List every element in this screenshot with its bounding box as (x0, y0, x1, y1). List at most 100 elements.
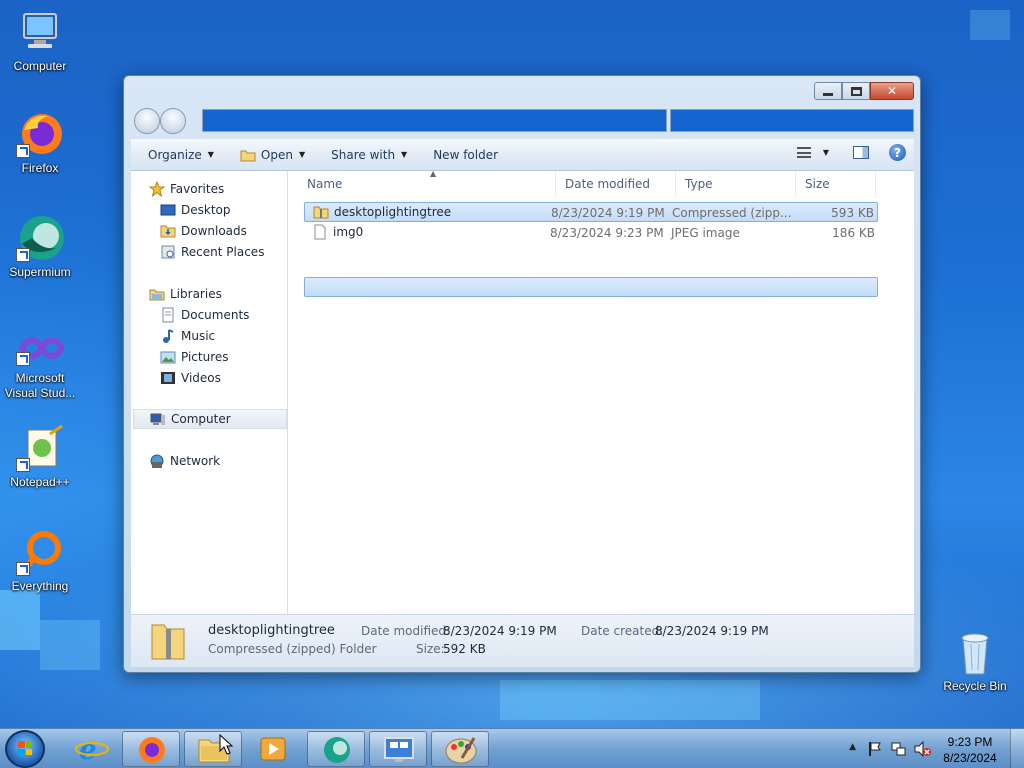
recycle-bin-icon (951, 630, 999, 676)
taskbar-firefox[interactable] (122, 731, 180, 767)
sort-ascending-icon: ▲ (430, 169, 437, 178)
desktop-icon-label: Recycle Bin (943, 679, 1007, 693)
nav-item-label: Libraries (170, 287, 222, 301)
open-button[interactable]: Open ▼ (234, 144, 311, 166)
file-name: desktoplightingtree (334, 205, 452, 219)
taskbar-windows-explorer[interactable] (184, 731, 242, 767)
file-name-cell: img0 (312, 224, 363, 240)
chevron-down-icon: ▼ (207, 150, 214, 159)
nav-item-label: Favorites (170, 182, 225, 196)
wallpaper-decoration (0, 590, 40, 650)
nav-item-music[interactable]: Music (160, 326, 215, 346)
volume-muted-icon[interactable] (914, 741, 932, 757)
show-hidden-icons-icon[interactable]: ▲ (849, 742, 856, 752)
wallpaper-decoration (40, 620, 100, 670)
nav-item-label: Music (181, 329, 216, 343)
media-player-icon (260, 737, 286, 761)
desktop-icon (160, 202, 176, 218)
desktop-icon-notepad-plus-plus[interactable]: Notepad++ (0, 424, 80, 490)
shortcut-arrow-icon (16, 458, 30, 472)
search-input[interactable] (670, 109, 914, 132)
taskbar: e ▲ 9:23 PM 8/23/2024 (0, 728, 1024, 768)
change-view-icon[interactable] (796, 147, 811, 158)
nav-item-favorites[interactable]: Favorites (148, 179, 225, 199)
shortcut-arrow-icon (16, 248, 30, 262)
libraries-icon (149, 286, 165, 302)
maximize-button[interactable] (842, 82, 870, 100)
desktop-icon-recycle-bin[interactable]: Recycle Bin (935, 630, 1015, 694)
navigation-pane: Favorites Desktop Downloads Recent Place… (131, 171, 288, 614)
chevron-down-icon: ▼ (298, 150, 306, 159)
organize-button[interactable]: Organize ▼ (142, 144, 220, 166)
file-name-cell: desktoplightingtree (313, 204, 451, 220)
taskbar-supermium[interactable] (307, 731, 365, 767)
forward-button[interactable] (160, 108, 186, 134)
desktop-icon-visual-studio[interactable]: Microsoft Visual Stud... (0, 328, 80, 401)
network-status-icon[interactable] (891, 741, 907, 757)
nav-item-libraries[interactable]: Libraries (149, 284, 222, 304)
help-icon[interactable]: ? (889, 144, 906, 161)
desktop-icon-supermium[interactable]: Supermium (0, 214, 80, 280)
close-button[interactable]: ✕ (870, 82, 914, 100)
desktop-icon-label: Notepad++ (10, 475, 70, 489)
open-label: Open (260, 147, 293, 162)
image-file-icon (312, 224, 328, 240)
table-row[interactable]: img0 8/23/2024 9:23 PM JPEG image 186 KB (304, 223, 878, 243)
column-header-name[interactable]: Name ▲ (298, 169, 556, 196)
organize-label: Organize (148, 147, 202, 162)
taskbar-remote-desktop[interactable] (369, 731, 427, 767)
svg-text:e: e (79, 733, 97, 766)
desktop-icon-label: Microsoft Visual Stud... (4, 371, 76, 400)
desktop-icon-label: Supermium (9, 265, 71, 279)
column-header-type[interactable]: Type (676, 171, 796, 196)
details-size: 592 KB (443, 642, 486, 656)
address-bar[interactable] (202, 109, 667, 132)
firefox-icon (139, 737, 165, 763)
documents-icon (160, 307, 176, 323)
minimize-button[interactable] (814, 82, 842, 100)
nav-item-pictures[interactable]: Pictures (160, 347, 229, 367)
taskbar-paint[interactable] (431, 731, 489, 767)
nav-item-network[interactable]: Network (149, 451, 220, 471)
internet-explorer-icon: e (75, 733, 109, 766)
nav-item-desktop[interactable]: Desktop (160, 200, 231, 220)
nav-item-label: Documents (181, 308, 250, 322)
paint-palette-icon (445, 737, 477, 764)
new-folder-button[interactable]: New folder (427, 144, 504, 166)
desktop-icon-firefox[interactable]: Firefox (0, 110, 80, 176)
nav-item-downloads[interactable]: Downloads (160, 221, 247, 241)
nav-item-computer[interactable]: Computer (133, 409, 287, 429)
action-center-flag-icon[interactable] (868, 741, 882, 757)
nav-item-label: Computer (171, 412, 231, 426)
nav-item-recent-places[interactable]: Recent Places (160, 242, 264, 262)
column-header-date-modified[interactable]: Date modified (556, 171, 676, 196)
start-button[interactable] (5, 730, 45, 768)
firefox-icon (16, 110, 64, 158)
file-size: 593 KB (831, 206, 874, 220)
nav-item-videos[interactable]: Videos (160, 368, 221, 388)
taskbar-media-player[interactable] (244, 731, 302, 767)
nav-item-documents[interactable]: Documents (160, 305, 249, 325)
desktop-icon-everything[interactable]: Everything (0, 528, 80, 594)
desktop-icon-label: Everything (11, 579, 69, 593)
chevron-down-icon[interactable]: ▼ (823, 148, 829, 157)
shortcut-arrow-icon (16, 144, 30, 158)
recent-places-icon (160, 244, 176, 260)
nav-item-label: Network (170, 454, 221, 468)
mouse-cursor-icon (219, 734, 233, 755)
back-button[interactable] (134, 108, 160, 134)
column-header-size[interactable]: Size (796, 171, 876, 196)
desktop-icon-computer[interactable]: Computer (0, 8, 80, 74)
details-date-modified: 8/23/2024 9:19 PM (443, 624, 557, 638)
table-row[interactable]: desktoplightingtree 8/23/2024 9:19 PM Co… (304, 202, 878, 222)
system-clock[interactable]: 9:23 PM 8/23/2024 (940, 734, 1000, 766)
show-desktop-button[interactable] (1010, 729, 1024, 768)
share-with-button[interactable]: Share with ▼ (325, 144, 413, 166)
preview-pane-icon[interactable] (853, 146, 869, 159)
command-bar: Organize ▼ Open ▼ Share with ▼ New folde… (131, 139, 914, 171)
explorer-window: ✕ Organize ▼ Open ▼ Share with ▼ New fol… (123, 75, 921, 673)
column-header-label: Type (685, 176, 713, 191)
table-row[interactable] (304, 277, 878, 297)
taskbar-internet-explorer[interactable]: e (62, 731, 120, 767)
desktop-icon-label: Firefox (21, 161, 59, 175)
